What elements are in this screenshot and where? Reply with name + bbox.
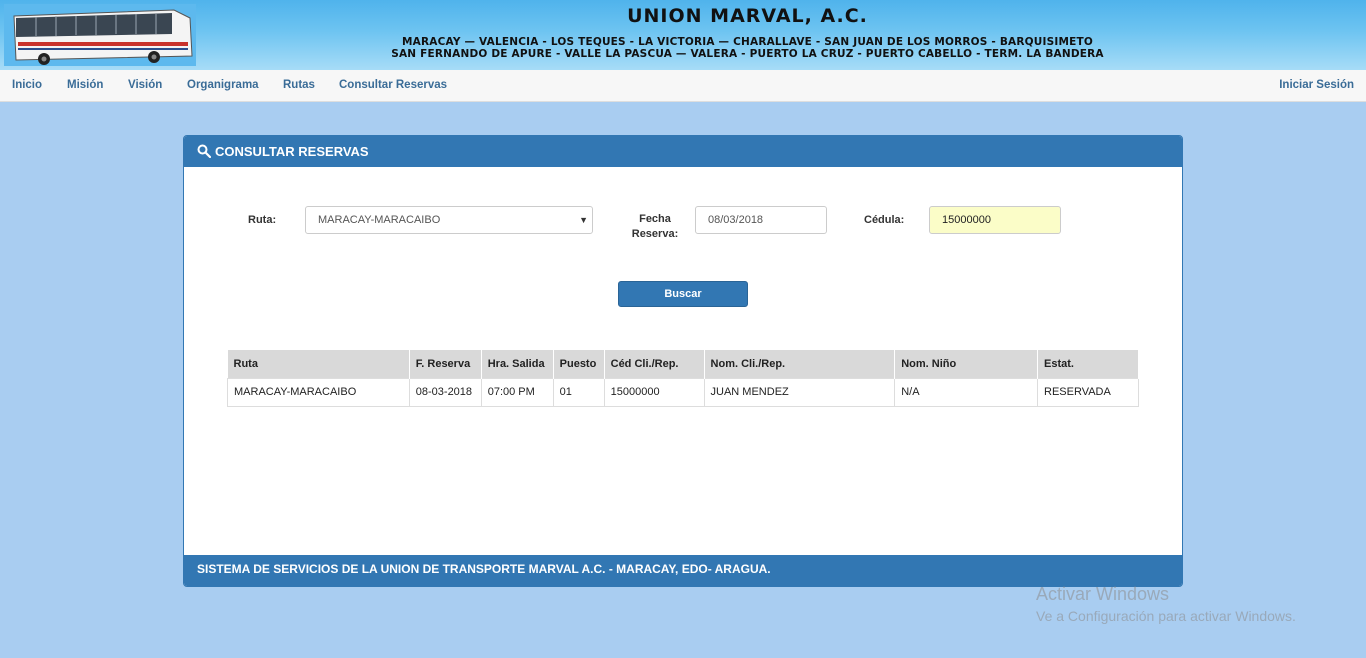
bus-logo-image [4, 4, 196, 66]
nav-bar: Inicio Misión Visión Organigrama Rutas C… [0, 70, 1366, 102]
table-header-row: Ruta F. Reserva Hra. Salida Puesto Céd C… [227, 350, 1139, 378]
company-title: UNION MARVAL, A.C. [627, 5, 868, 27]
col-hora-salida: Hra. Salida [481, 350, 554, 378]
col-nombre-cliente: Nom. Cli./Rep. [704, 350, 896, 378]
cell-nombre-cliente: JUAN MENDEZ [703, 377, 896, 407]
ruta-select[interactable]: MARACAY-MARACAIBO ▼ [305, 206, 593, 234]
cell-cedula: 15000000 [603, 377, 705, 407]
panel-footer: SISTEMA DE SERVICIOS DE LA UNION DE TRAN… [184, 555, 1182, 586]
ruta-label: Ruta: [248, 214, 277, 226]
cedula-label: Cédula: [864, 214, 905, 226]
reservations-table: Ruta F. Reserva Hra. Salida Puesto Céd C… [227, 350, 1139, 407]
windows-activation-subtitle: Ve a Configuración para activar Windows. [1036, 608, 1296, 624]
col-nombre-nino: Nom. Niño [894, 350, 1038, 378]
col-ruta: Ruta [227, 350, 410, 378]
nav-item-vision[interactable]: Visión [128, 79, 162, 91]
cell-hora-salida: 07:00 PM [480, 377, 554, 407]
panel-header: CONSULTAR RESERVAS [184, 136, 1182, 167]
windows-activation-title: Activar Windows [1036, 584, 1170, 604]
nav-item-consultar-reservas[interactable]: Consultar Reservas [339, 79, 447, 91]
cell-fecha-reserva: 08-03-2018 [408, 377, 482, 407]
ruta-select-value: MARACAY-MARACAIBO [318, 214, 441, 226]
cell-puesto: 01 [552, 377, 605, 407]
nav-item-inicio[interactable]: Inicio [12, 79, 42, 91]
routes-line-1: MARACAY — VALENCIA - LOS TEQUES - LA VIC… [402, 36, 1093, 48]
panel-title: CONSULTAR RESERVAS [215, 144, 369, 159]
consultar-reservas-panel: CONSULTAR RESERVAS Ruta: MARACAY-MARACAI… [183, 135, 1183, 587]
col-cedula: Céd Cli./Rep. [604, 350, 705, 378]
col-estatus: Estat. [1037, 350, 1139, 378]
chevron-down-icon: ▼ [579, 215, 588, 225]
nav-item-organigrama[interactable]: Organigrama [187, 79, 259, 91]
cell-nombre-nino: N/A [894, 377, 1038, 407]
nav-item-mision[interactable]: Misión [67, 79, 103, 91]
header-banner: UNION MARVAL, A.C. MARACAY — VALENCIA - … [0, 0, 1366, 70]
routes-line-2: SAN FERNANDO DE APURE - VALLE LA PASCUA … [391, 48, 1104, 60]
col-puesto: Puesto [553, 350, 605, 378]
cell-ruta: MARACAY-MARACAIBO [227, 377, 410, 407]
cell-estatus: RESERVADA [1037, 377, 1139, 407]
col-fecha-reserva: F. Reserva [409, 350, 482, 378]
fecha-reserva-input[interactable]: 08/03/2018 [695, 206, 827, 234]
search-icon [197, 144, 211, 159]
cedula-input[interactable]: 15000000 [929, 206, 1061, 234]
search-button[interactable]: Buscar [618, 281, 748, 307]
nav-item-rutas[interactable]: Rutas [283, 79, 315, 91]
table-row: MARACAY-MARACAIBO 08-03-2018 07:00 PM 01… [227, 377, 1139, 407]
fecha-reserva-label: Fecha Reserva: [631, 213, 679, 240]
login-link[interactable]: Iniciar Sesión [1279, 79, 1354, 91]
